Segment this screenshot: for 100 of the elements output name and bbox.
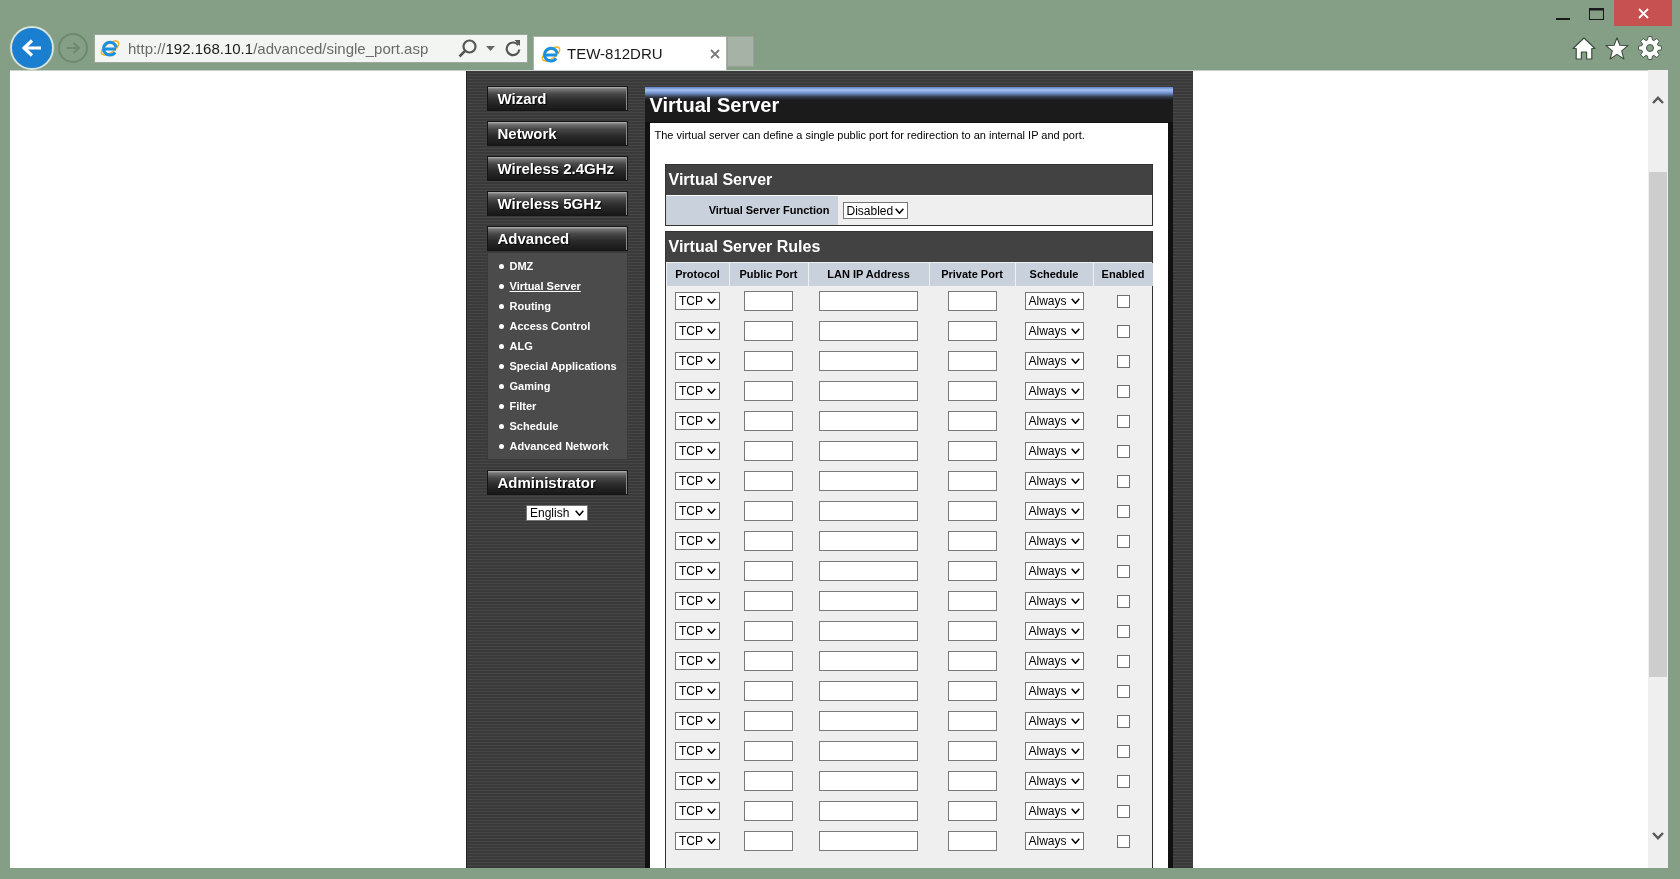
menu-button[interactable]: Wireless 5GHz xyxy=(486,191,628,216)
scrollbar-thumb[interactable] xyxy=(1649,172,1667,677)
schedule-select[interactable]: Always xyxy=(1024,502,1084,520)
enabled-checkbox[interactable] xyxy=(1116,804,1130,818)
private-port-field[interactable] xyxy=(947,321,997,341)
caret-down-icon[interactable] xyxy=(486,45,495,51)
menu-link[interactable]: Filter xyxy=(509,399,537,413)
public-port-field[interactable] xyxy=(744,321,793,341)
enabled-checkbox[interactable] xyxy=(1116,774,1130,788)
schedule-select[interactable]: Always xyxy=(1024,652,1084,670)
public-port-field[interactable] xyxy=(744,291,793,311)
public-port-field[interactable] xyxy=(744,531,793,551)
maximize-icon[interactable] xyxy=(1589,8,1604,20)
schedule-select[interactable]: Always xyxy=(1024,802,1084,820)
enabled-checkbox[interactable] xyxy=(1116,744,1130,758)
protocol-select[interactable]: TCP xyxy=(675,502,720,520)
browser-tab[interactable]: TEW-812DRU xyxy=(533,36,727,70)
enabled-checkbox[interactable] xyxy=(1116,474,1130,488)
private-port-field[interactable] xyxy=(947,471,997,491)
lan-ip-field[interactable] xyxy=(819,741,918,761)
private-port-field[interactable] xyxy=(947,771,997,791)
menu-button[interactable]: Network xyxy=(486,121,628,146)
protocol-select[interactable]: TCP xyxy=(675,352,720,370)
lan-ip-field[interactable] xyxy=(819,531,918,551)
lan-ip-field[interactable] xyxy=(819,411,918,431)
menu-button[interactable]: Wireless 2.4GHz xyxy=(486,156,628,181)
protocol-select[interactable]: TCP xyxy=(675,472,720,490)
menu-link[interactable]: Virtual Server xyxy=(509,279,581,293)
lan-ip-field[interactable] xyxy=(819,351,918,371)
schedule-select[interactable]: Always xyxy=(1024,292,1084,310)
private-port-field[interactable] xyxy=(947,681,997,701)
private-port-field[interactable] xyxy=(947,531,997,551)
public-port-field[interactable] xyxy=(744,681,793,701)
schedule-select[interactable]: Always xyxy=(1024,472,1084,490)
schedule-select[interactable]: Always xyxy=(1024,442,1084,460)
schedule-select[interactable]: Always xyxy=(1024,592,1084,610)
enabled-checkbox[interactable] xyxy=(1116,594,1130,608)
schedule-select[interactable]: Always xyxy=(1024,712,1084,730)
private-port-field[interactable] xyxy=(947,291,997,311)
public-port-field[interactable] xyxy=(744,441,793,461)
lan-ip-field[interactable] xyxy=(819,321,918,341)
lan-ip-field[interactable] xyxy=(819,651,918,671)
enabled-checkbox[interactable] xyxy=(1116,384,1130,398)
search-icon[interactable] xyxy=(458,38,477,58)
menu-link[interactable]: Routing xyxy=(509,299,552,313)
public-port-field[interactable] xyxy=(744,651,793,671)
lan-ip-field[interactable] xyxy=(819,831,918,851)
public-port-field[interactable] xyxy=(744,801,793,821)
public-port-field[interactable] xyxy=(744,411,793,431)
private-port-field[interactable] xyxy=(947,501,997,521)
enabled-checkbox[interactable] xyxy=(1116,714,1130,728)
close-button[interactable] xyxy=(1614,0,1672,26)
public-port-field[interactable] xyxy=(744,771,793,791)
home-icon[interactable] xyxy=(1572,36,1596,60)
menu-link[interactable]: DMZ xyxy=(509,259,534,273)
lan-ip-field[interactable] xyxy=(819,591,918,611)
private-port-field[interactable] xyxy=(947,741,997,761)
function-select[interactable]: Disabled xyxy=(842,202,908,219)
enabled-checkbox[interactable] xyxy=(1116,564,1130,578)
menu-link[interactable]: Access Control xyxy=(509,319,591,333)
protocol-select[interactable]: TCP xyxy=(675,712,720,730)
public-port-field[interactable] xyxy=(744,741,793,761)
protocol-select[interactable]: TCP xyxy=(675,772,720,790)
menu-button[interactable]: Administrator xyxy=(486,470,628,495)
private-port-field[interactable] xyxy=(947,351,997,371)
chevron-down-icon[interactable] xyxy=(1652,832,1664,840)
protocol-select[interactable]: TCP xyxy=(675,832,720,850)
menu-button[interactable]: Advanced xyxy=(486,226,628,251)
language-select[interactable]: English xyxy=(526,505,588,521)
private-port-field[interactable] xyxy=(947,591,997,611)
close-icon[interactable] xyxy=(710,48,720,59)
protocol-select[interactable]: TCP xyxy=(675,322,720,340)
private-port-field[interactable] xyxy=(947,381,997,401)
lan-ip-field[interactable] xyxy=(819,381,918,401)
public-port-field[interactable] xyxy=(744,471,793,491)
public-port-field[interactable] xyxy=(744,561,793,581)
lan-ip-field[interactable] xyxy=(819,711,918,731)
lan-ip-field[interactable] xyxy=(819,681,918,701)
private-port-field[interactable] xyxy=(947,411,997,431)
schedule-select[interactable]: Always xyxy=(1024,742,1084,760)
schedule-select[interactable]: Always xyxy=(1024,352,1084,370)
private-port-field[interactable] xyxy=(947,561,997,581)
protocol-select[interactable]: TCP xyxy=(675,802,720,820)
menu-link[interactable]: ALG xyxy=(509,339,533,353)
menu-link[interactable]: Special Applications xyxy=(509,359,617,373)
lan-ip-field[interactable] xyxy=(819,291,918,311)
lan-ip-field[interactable] xyxy=(819,471,918,491)
private-port-field[interactable] xyxy=(947,441,997,461)
protocol-select[interactable]: TCP xyxy=(675,412,720,430)
public-port-field[interactable] xyxy=(744,711,793,731)
enabled-checkbox[interactable] xyxy=(1116,354,1130,368)
private-port-field[interactable] xyxy=(947,801,997,821)
enabled-checkbox[interactable] xyxy=(1116,444,1130,458)
enabled-checkbox[interactable] xyxy=(1116,624,1130,638)
lan-ip-field[interactable] xyxy=(819,441,918,461)
star-icon[interactable] xyxy=(1605,36,1629,60)
lan-ip-field[interactable] xyxy=(819,501,918,521)
menu-link[interactable]: Gaming xyxy=(509,379,551,393)
lan-ip-field[interactable] xyxy=(819,771,918,791)
public-port-field[interactable] xyxy=(744,591,793,611)
